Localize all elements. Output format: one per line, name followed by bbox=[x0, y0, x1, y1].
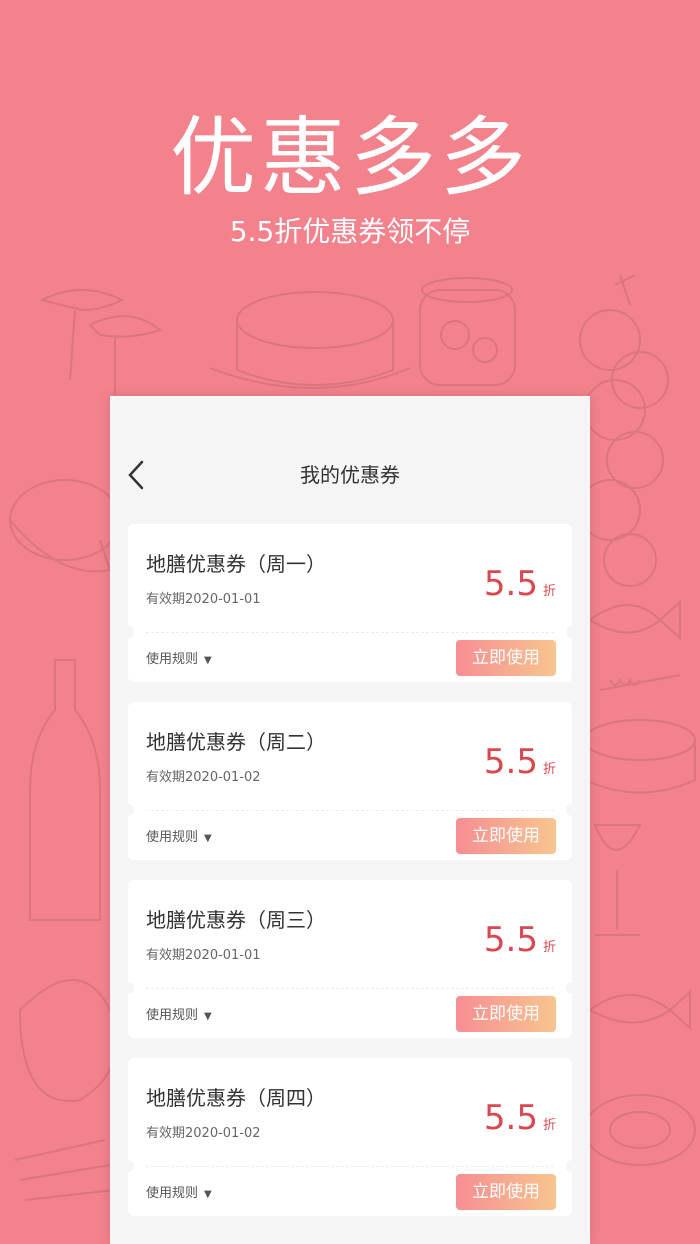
use-now-button[interactable]: 立即使用 bbox=[456, 640, 556, 676]
coupon-card: 地膳优惠券（周三） 有效期2020-01-01 5.5 折 使用规则 ▼ 立即使用 bbox=[122, 880, 578, 1038]
coupon-discount-unit: 折 bbox=[542, 762, 556, 777]
coupon-name: 地膳优惠券（周四） bbox=[146, 1086, 326, 1110]
coupon-card: 地膳优惠券（周四） 有效期2020-01-02 5.5 折 使用规则 ▼ 立即使用 bbox=[122, 1058, 578, 1216]
coupon-notch bbox=[122, 1160, 134, 1172]
caret-down-icon: ▼ bbox=[204, 1011, 212, 1022]
usage-rules-label: 使用规则 bbox=[146, 830, 199, 845]
coupon-date: 有效期2020-01-02 bbox=[146, 770, 261, 785]
coupon-divider bbox=[146, 988, 554, 989]
coupon-discount-unit: 折 bbox=[542, 940, 556, 955]
coupon-name: 地膳优惠券（周三） bbox=[146, 908, 326, 932]
coupon-divider bbox=[146, 1166, 554, 1167]
coupon-card: 地膳优惠券（周二） 有效期2020-01-02 5.5 折 使用规则 ▼ 立即使用 bbox=[122, 702, 578, 860]
coupon-date: 有效期2020-01-02 bbox=[146, 1126, 261, 1141]
caret-down-icon: ▼ bbox=[204, 833, 212, 844]
caret-down-icon: ▼ bbox=[204, 655, 212, 666]
coupon-divider bbox=[146, 810, 554, 811]
coupon-name: 地膳优惠券（周二） bbox=[146, 730, 326, 754]
hero-title: 优惠多多 bbox=[170, 108, 530, 208]
nav-bar: 我的优惠券 bbox=[110, 440, 590, 510]
coupon-notch bbox=[566, 804, 578, 816]
use-now-button[interactable]: 立即使用 bbox=[456, 818, 556, 854]
use-now-button[interactable]: 立即使用 bbox=[456, 996, 556, 1032]
usage-rules-toggle[interactable]: 使用规则 ▼ bbox=[146, 1004, 212, 1023]
phone-screen: 我的优惠券 地膳优惠券（周一） 有效期2020-01-01 5.5 折 使用规则… bbox=[110, 396, 590, 1244]
usage-rules-toggle[interactable]: 使用规则 ▼ bbox=[146, 648, 212, 667]
coupon-notch bbox=[566, 982, 578, 994]
coupon-name: 地膳优惠券（周一） bbox=[146, 552, 326, 576]
usage-rules-label: 使用规则 bbox=[146, 1008, 199, 1023]
coupon-notch bbox=[566, 626, 578, 638]
coupon-date: 有效期2020-01-01 bbox=[146, 592, 261, 607]
caret-down-icon: ▼ bbox=[204, 1189, 212, 1200]
coupon-card: 地膳优惠券（周一） 有效期2020-01-01 5.5 折 使用规则 ▼ 立即使用 bbox=[122, 524, 578, 682]
usage-rules-label: 使用规则 bbox=[146, 652, 199, 667]
coupon-discount-unit: 折 bbox=[542, 584, 556, 599]
coupon-notch bbox=[122, 626, 134, 638]
coupon-notch bbox=[122, 982, 134, 994]
coupon-notch bbox=[566, 1160, 578, 1172]
coupon-discount-value: 5.5 bbox=[483, 920, 538, 960]
coupon-notch bbox=[122, 804, 134, 816]
chevron-left-icon[interactable] bbox=[122, 458, 150, 492]
coupon-discount-value: 5.5 bbox=[483, 742, 538, 782]
coupon-discount-value: 5.5 bbox=[483, 564, 538, 604]
coupon-discount-value: 5.5 bbox=[483, 1098, 538, 1138]
usage-rules-label: 使用规则 bbox=[146, 1186, 199, 1201]
coupon-discount-unit: 折 bbox=[542, 1118, 556, 1133]
hero-subtitle: 5.5折优惠券领不停 bbox=[229, 215, 471, 248]
coupon-divider bbox=[146, 632, 554, 633]
coupon-date: 有效期2020-01-01 bbox=[146, 948, 261, 963]
page-title: 我的优惠券 bbox=[300, 463, 400, 487]
usage-rules-toggle[interactable]: 使用规则 ▼ bbox=[146, 1182, 212, 1201]
use-now-button[interactable]: 立即使用 bbox=[456, 1174, 556, 1210]
usage-rules-toggle[interactable]: 使用规则 ▼ bbox=[146, 826, 212, 845]
